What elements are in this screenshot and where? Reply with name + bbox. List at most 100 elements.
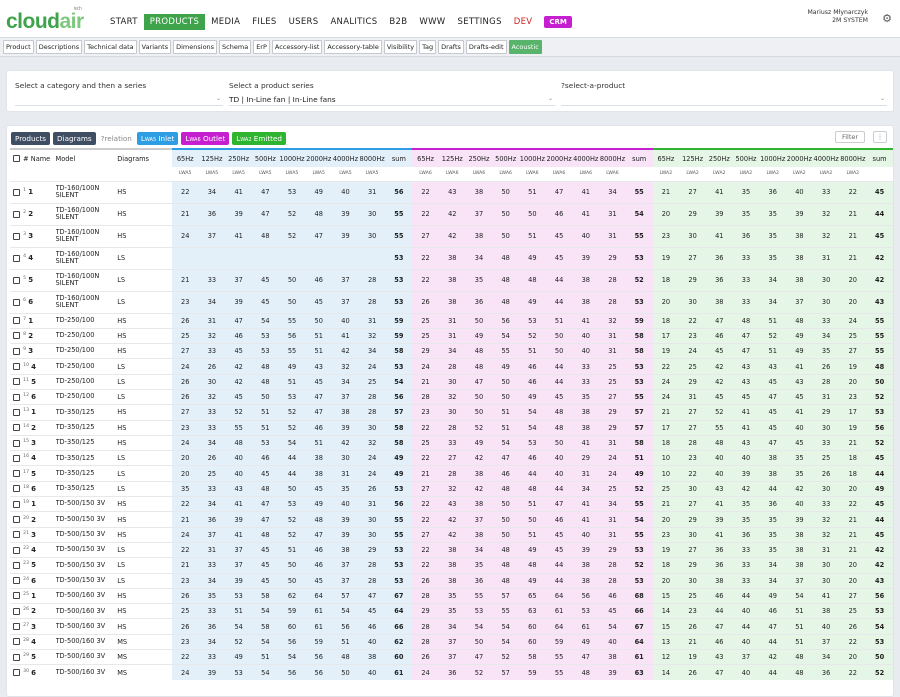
cell-value[interactable]: 20 xyxy=(839,573,867,589)
cell-value[interactable]: 26 xyxy=(171,618,199,635)
cell-value[interactable]: 40 xyxy=(572,225,600,247)
cell-value[interactable]: 18 xyxy=(839,465,867,482)
col-model[interactable]: Model xyxy=(55,148,118,167)
cell-value[interactable]: 24 xyxy=(171,435,199,451)
cell-sum[interactable]: 52 xyxy=(625,269,653,291)
cell-value[interactable]: 51 xyxy=(332,634,359,650)
cell-value[interactable]: 48 xyxy=(786,313,813,329)
checkbox[interactable] xyxy=(13,669,21,677)
cell-value[interactable]: 53 xyxy=(251,343,279,359)
row-checkbox[interactable] xyxy=(10,634,23,649)
cell-value[interactable]: 41 xyxy=(786,358,813,375)
cell-value[interactable]: 43 xyxy=(438,496,466,512)
cell-value[interactable]: 50 xyxy=(492,389,520,405)
cell-sum[interactable]: 53 xyxy=(866,603,893,619)
cell-value[interactable]: 42 xyxy=(438,511,466,528)
cell-value[interactable]: 32 xyxy=(812,203,840,225)
nav-www[interactable]: WWW xyxy=(413,14,451,30)
cell-value[interactable]: 23 xyxy=(679,450,706,466)
cell-value[interactable]: 24 xyxy=(652,389,680,405)
cell-sum[interactable]: 55 xyxy=(625,225,653,247)
cell-value[interactable]: 35 xyxy=(759,542,787,558)
cell-value[interactable]: 50 xyxy=(492,496,520,512)
cell-sum[interactable]: 52 xyxy=(866,389,893,405)
cell-value[interactable]: 31 xyxy=(438,328,466,344)
cell-value[interactable]: 22 xyxy=(412,269,439,291)
cell-value[interactable]: 39 xyxy=(332,420,359,436)
cell-value[interactable]: 34 xyxy=(465,542,493,558)
cell-value[interactable]: 20 xyxy=(652,511,680,528)
cell-sum[interactable]: 57 xyxy=(385,404,413,421)
cell-value[interactable]: 38 xyxy=(786,527,813,543)
cell-value[interactable]: 30 xyxy=(679,481,706,497)
cell-value[interactable]: 49 xyxy=(305,496,333,512)
cell-sum[interactable]: 53 xyxy=(385,542,413,558)
cell-value[interactable]: 55 xyxy=(278,313,306,329)
cell-sum[interactable]: 66 xyxy=(385,618,413,635)
cell-value[interactable]: 33 xyxy=(732,291,760,313)
cell-value[interactable]: 40 xyxy=(225,465,252,482)
cell-value[interactable]: 50 xyxy=(305,313,333,329)
cell-value[interactable]: 31 xyxy=(198,313,226,329)
cell-value[interactable]: 12 xyxy=(652,649,680,665)
cell-value[interactable]: 47 xyxy=(545,181,573,203)
cell-value[interactable]: 21 xyxy=(652,404,680,421)
cell-value[interactable] xyxy=(171,247,199,269)
cell-value[interactable]: 49 xyxy=(786,343,813,359)
cell-value[interactable]: 24 xyxy=(652,374,680,390)
col-emitted-4000hz[interactable]: 4000Hz xyxy=(812,148,840,167)
cell-value[interactable]: 10 xyxy=(652,450,680,466)
cell-value[interactable]: 29 xyxy=(679,511,706,528)
cell-value[interactable]: 17 xyxy=(652,420,680,436)
cell-value[interactable]: 48 xyxy=(545,420,573,436)
cell-value[interactable]: 18 xyxy=(652,435,680,451)
cell-value[interactable]: 65 xyxy=(519,588,546,604)
cell-value[interactable]: 37 xyxy=(465,203,493,225)
cell-value[interactable]: 38 xyxy=(786,557,813,574)
cell-value[interactable]: 48 xyxy=(225,435,252,451)
cell-value[interactable]: 38 xyxy=(465,181,493,203)
cell-value[interactable]: 43 xyxy=(705,481,733,497)
cell-value[interactable]: 24 xyxy=(171,527,199,543)
cell-value[interactable]: 43 xyxy=(705,649,733,665)
cell-value[interactable]: 48 xyxy=(519,269,546,291)
cell-value[interactable] xyxy=(358,247,386,269)
cell-value[interactable]: 30 xyxy=(679,527,706,543)
cell-value[interactable]: 24 xyxy=(679,343,706,359)
cell-value[interactable]: 45 xyxy=(545,542,573,558)
cell-sum[interactable]: 48 xyxy=(866,358,893,375)
cell-value[interactable]: 14 xyxy=(652,603,680,619)
col-emitted-65hz[interactable]: 65Hz xyxy=(652,148,680,167)
tab-schema[interactable]: Schema xyxy=(219,40,252,54)
cell-value[interactable]: 39 xyxy=(572,247,600,269)
cell-value[interactable]: 52 xyxy=(705,404,733,421)
cell-value[interactable]: 22 xyxy=(412,450,439,466)
more-options-icon[interactable]: ⋮ xyxy=(873,131,887,143)
cell-value[interactable]: 46 xyxy=(759,603,787,619)
cell-value[interactable]: 21 xyxy=(839,527,867,543)
cell-value[interactable]: 28 xyxy=(358,573,386,589)
cell-value[interactable]: 27 xyxy=(839,343,867,359)
cell-value[interactable]: 51 xyxy=(519,181,546,203)
cell-value[interactable]: 50 xyxy=(519,203,546,225)
cell-sum[interactable]: 55 xyxy=(866,343,893,359)
cell-value[interactable]: 46 xyxy=(599,588,626,604)
cell-value[interactable]: 52 xyxy=(278,225,306,247)
cell-value[interactable]: 49 xyxy=(519,573,546,589)
tab-accessory-table[interactable]: Accessory-table xyxy=(324,40,382,54)
cell-value[interactable]: 50 xyxy=(545,328,573,344)
cell-value[interactable]: 59 xyxy=(305,634,333,650)
cell-value[interactable]: 57 xyxy=(492,664,520,681)
cell-value[interactable]: 33 xyxy=(732,557,760,574)
cell-value[interactable]: 37 xyxy=(786,573,813,589)
cell-value[interactable]: 34 xyxy=(198,496,226,512)
cell-value[interactable]: 40 xyxy=(786,496,813,512)
nav-analitics[interactable]: ANALITICS xyxy=(324,14,383,30)
cell-value[interactable]: 27 xyxy=(412,527,439,543)
cell-value[interactable]: 41 xyxy=(705,181,733,203)
cell-value[interactable]: 10 xyxy=(652,465,680,482)
cell-value[interactable]: 18 xyxy=(652,269,680,291)
cell-value[interactable]: 42 xyxy=(438,225,466,247)
cell-value[interactable]: 27 xyxy=(679,542,706,558)
cell-value[interactable]: 38 xyxy=(572,269,600,291)
